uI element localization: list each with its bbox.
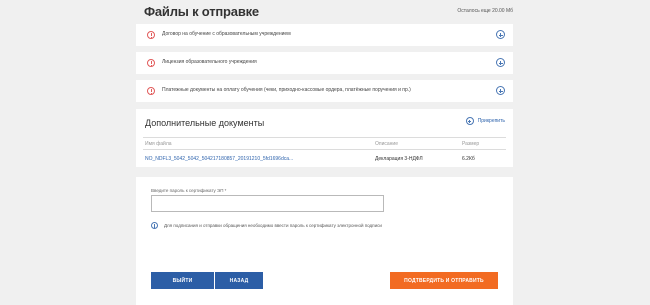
add-icon	[465, 117, 474, 125]
required-doc-label: Договор на обучение с образовательным уч…	[162, 31, 291, 37]
file-size: 6.2Кб	[462, 156, 475, 162]
warning-icon	[147, 87, 155, 95]
file-description: Декларация 3-НДФЛ	[375, 156, 423, 162]
info-note: Для подписания и отправки обращения необ…	[151, 222, 382, 229]
warning-icon	[147, 31, 155, 39]
signature-panel: Введите пароль к сертификату ЭП * Для по…	[136, 177, 513, 305]
file-name-link[interactable]: NO_NDFL3_5042_5042_504217180857_20191210…	[145, 156, 293, 162]
column-header-description: Описание	[375, 141, 399, 147]
password-label: Введите пароль к сертификату ЭП *	[151, 188, 227, 193]
add-icon[interactable]	[496, 58, 505, 67]
required-doc-license[interactable]: Лицензия образовательного учреждения	[136, 52, 513, 74]
required-doc-label: Платежные документы на оплату обучения (…	[162, 87, 411, 93]
add-icon[interactable]	[496, 86, 505, 95]
column-header-size: Размер	[462, 141, 480, 147]
column-header-name: Имя файла	[145, 141, 172, 147]
extra-documents-title: Дополнительные документы	[145, 118, 265, 128]
quota-text: Осталось еще 20.00 Мб	[457, 8, 513, 14]
submit-button[interactable]: ПОДТВЕРДИТЬ И ОТПРАВИТЬ	[390, 272, 498, 289]
required-doc-contract[interactable]: Договор на обучение с образовательным уч…	[136, 24, 513, 46]
info-icon	[151, 222, 158, 229]
exit-button[interactable]: ВЫЙТИ	[151, 272, 214, 289]
divider	[143, 149, 506, 150]
attach-label: Прикрепить	[477, 118, 505, 124]
extra-documents-panel: Дополнительные документы Прикрепить Имя …	[136, 109, 513, 167]
back-button[interactable]: НАЗАД	[215, 272, 263, 289]
info-text: Для подписания и отправки обращения необ…	[164, 223, 382, 228]
page-title: Файлы к отправке	[144, 4, 259, 19]
certificate-password-input[interactable]	[151, 195, 384, 212]
divider	[143, 137, 506, 138]
required-doc-payment[interactable]: Платежные документы на оплату обучения (…	[136, 80, 513, 102]
warning-icon	[147, 59, 155, 67]
required-doc-label: Лицензия образовательного учреждения	[162, 59, 257, 65]
attach-button[interactable]: Прикрепить	[465, 117, 505, 125]
add-icon[interactable]	[496, 30, 505, 39]
page-header: Файлы к отправке Осталось еще 20.00 Мб	[136, 0, 513, 24]
